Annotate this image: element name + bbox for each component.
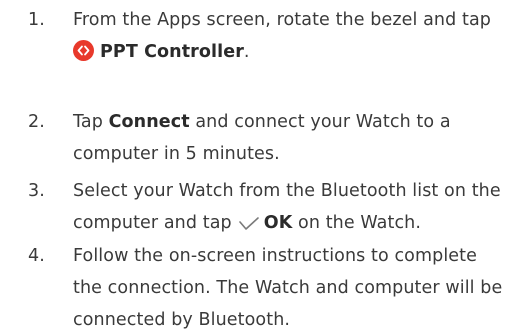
step-text-segment: computer and tap: [73, 213, 232, 233]
step-line: From the Apps screen, rotate the bezel a…: [73, 10, 491, 30]
step-line: the connection. The Watch and computer w…: [73, 278, 503, 298]
step-number: 1.: [28, 10, 45, 30]
step-line: PPT Controller.: [73, 36, 519, 72]
step-text: Select your Watch from the Bluetooth lis…: [73, 175, 519, 243]
step-line: computer in 5 minutes.: [73, 144, 280, 164]
step-text-segment: on the Watch.: [292, 213, 422, 233]
step-line: computer and tap OK on the Watch.: [73, 207, 519, 243]
step-number: 3.: [28, 181, 45, 201]
check-icon: [238, 211, 260, 243]
step-number: 4.: [28, 246, 45, 266]
step-text-segment: Tap: [73, 112, 109, 132]
ppt-controller-app-icon: [73, 40, 94, 72]
step-text-segment: and connect your Watch to a: [189, 112, 451, 132]
app-name: PPT Controller: [100, 42, 244, 62]
connect-label: Connect: [108, 112, 190, 132]
step-text: Tap Connect and connect your Watch to a …: [73, 106, 519, 170]
ok-label: OK: [263, 213, 293, 233]
step-text: Follow the on-screen instructions to com…: [73, 240, 519, 336]
step-line: Follow the on-screen instructions to com…: [73, 246, 478, 266]
punctuation: .: [243, 42, 250, 62]
step-number: 2.: [28, 112, 45, 132]
step-line: connected by Bluetooth.: [73, 310, 291, 330]
step-line: Select your Watch from the Bluetooth lis…: [73, 181, 501, 201]
instruction-steps: 1. From the Apps screen, rotate the beze…: [0, 0, 519, 330]
step-text: From the Apps screen, rotate the bezel a…: [73, 4, 519, 72]
step-line: Tap Connect and connect your Watch to a: [73, 106, 519, 138]
